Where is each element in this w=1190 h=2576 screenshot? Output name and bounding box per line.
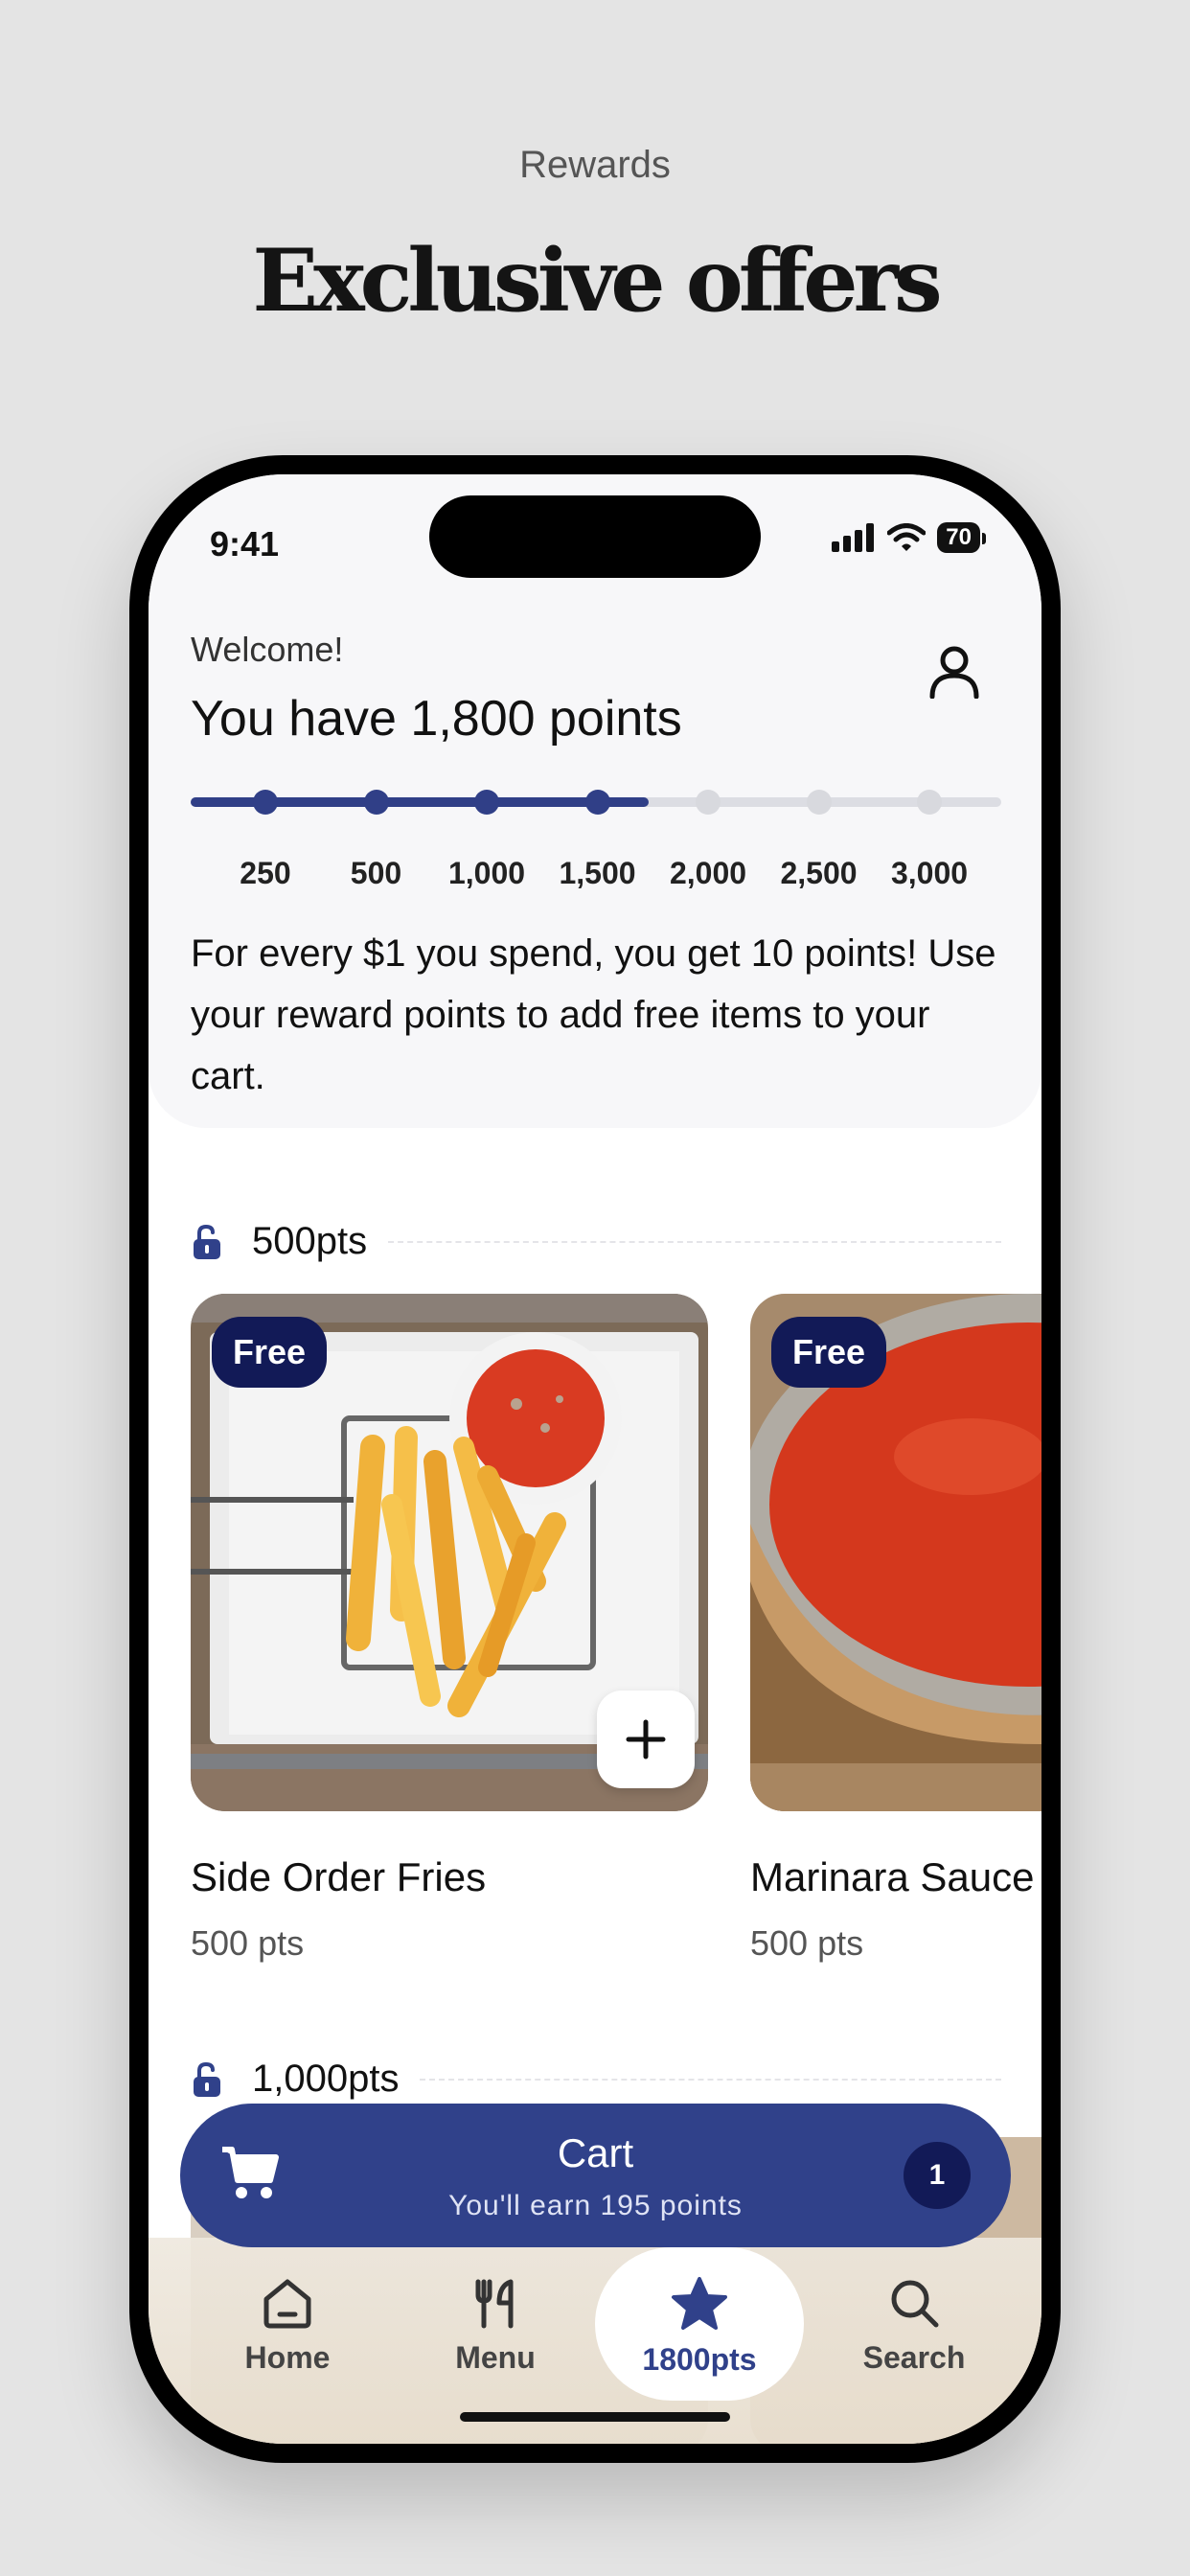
tier-header-500: 500pts (191, 1220, 1001, 1263)
milestone-dot (474, 790, 499, 815)
tier-header-1000: 1,000pts (191, 2058, 1001, 2101)
battery-indicator: 70 (937, 522, 986, 553)
tab-rewards[interactable]: 1800pts (595, 2247, 804, 2401)
tab-label: Home (244, 2340, 331, 2375)
star-icon (672, 2277, 727, 2330)
free-badge: Free (771, 1317, 887, 1388)
tab-label: 1800pts (642, 2342, 757, 2377)
milestone-label: 1,500 (559, 856, 636, 890)
cart-bar[interactable]: Cart You'll earn 195 points 1 (180, 2104, 1011, 2247)
phone-frame: 9:41 70 Welcome! You have 1,800 points 2… (129, 455, 1061, 2463)
milestone-label: 1,000 (447, 856, 526, 890)
milestone-dot (363, 790, 389, 815)
unlock-icon (194, 1224, 220, 1259)
tab-label: Menu (455, 2340, 536, 2375)
home-indicator (460, 2412, 730, 2422)
milestone-dot (806, 790, 832, 815)
item-points: 500 pts (191, 1923, 305, 1963)
milestone-dot (696, 790, 721, 815)
wifi-icon (887, 523, 927, 551)
home-icon (263, 2279, 311, 2329)
milestone-dot (584, 790, 610, 815)
milestone-label: 500 (350, 856, 402, 890)
tier-divider (388, 1240, 1001, 1243)
unlock-icon (194, 2061, 220, 2097)
tab-home[interactable]: Home (192, 2276, 383, 2376)
cart-title: Cart (557, 2130, 634, 2175)
reward-card-marinara[interactable]: Free (750, 1294, 1041, 1811)
page-kicker: Rewards (519, 144, 671, 186)
milestone-label: 2,500 (780, 856, 858, 890)
plus-icon (626, 1719, 666, 1760)
milestone-dot (253, 790, 278, 815)
free-badge: Free (212, 1317, 328, 1388)
app-screen: 9:41 70 Welcome! You have 1,800 points 2… (149, 474, 1041, 2444)
fork-knife-icon (475, 2279, 514, 2329)
status-icons: 70 (832, 522, 986, 553)
milestone-label: 2,000 (669, 856, 747, 890)
milestone-dot (917, 790, 942, 815)
milestone-label: 3,000 (890, 856, 969, 890)
profile-button[interactable] (928, 645, 980, 703)
tab-menu[interactable]: Menu (400, 2276, 591, 2376)
tier-divider (420, 2078, 1001, 2081)
milestone-label: 250 (240, 856, 291, 890)
item-points: 500 pts (750, 1923, 864, 1963)
signal-icon (832, 523, 875, 552)
item-name[interactable]: Side Order Fries (191, 1854, 486, 1900)
tier-label: 1,000pts (252, 2058, 400, 2100)
points-progress-bar (191, 790, 1001, 815)
cart-count-badge: 1 (904, 2142, 971, 2209)
item-name[interactable]: Marinara Sauce (750, 1854, 1034, 1900)
page-headline: Exclusive offers (252, 230, 942, 332)
points-balance: You have 1,800 points (191, 691, 682, 747)
reward-card-fries[interactable]: Free (191, 1294, 708, 1811)
search-icon (891, 2280, 939, 2328)
status-time: 9:41 (210, 524, 280, 564)
add-to-cart-button[interactable] (597, 1690, 695, 1788)
tier-label: 500pts (252, 1220, 368, 1262)
tab-search[interactable]: Search (818, 2276, 1010, 2376)
tab-label: Search (862, 2340, 966, 2375)
rewards-description: For every $1 you spend, you get 10 point… (191, 932, 996, 1097)
welcome-text: Welcome! (191, 630, 344, 669)
user-icon (929, 646, 979, 700)
cart-earn-text: You'll earn 195 points (448, 2190, 743, 2221)
dynamic-island (429, 495, 761, 578)
